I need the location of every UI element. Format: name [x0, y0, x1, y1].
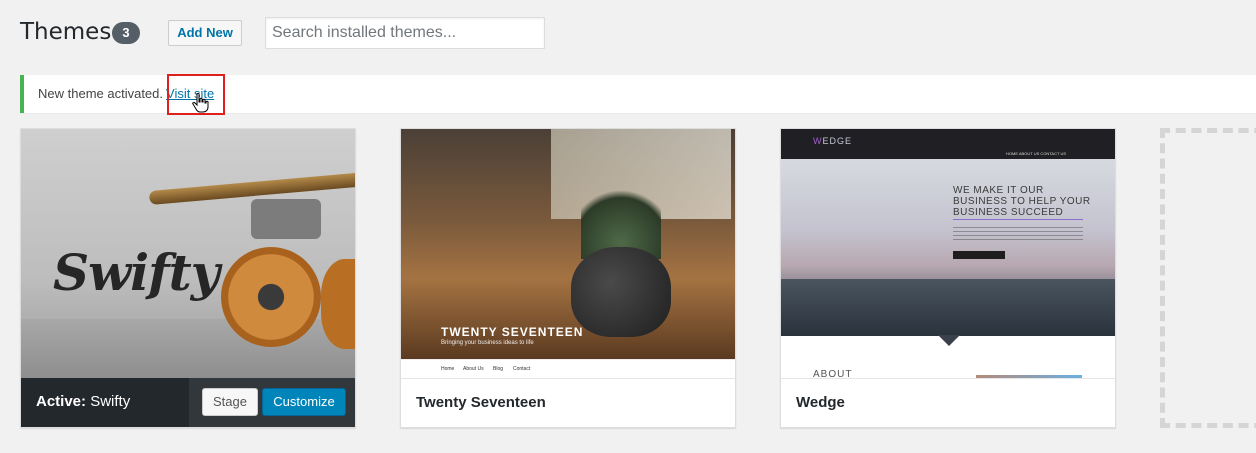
- theme-card-swifty[interactable]: Swifty Active: Swifty Stage Customize: [20, 128, 356, 428]
- wedge-logo-rest: EDGE: [822, 136, 853, 146]
- theme-card-twenty-seventeen[interactable]: TWENTY SEVENTEEN Bringing your business …: [400, 128, 736, 428]
- active-theme-name: Swifty: [90, 393, 131, 410]
- theme-screenshot-wedge[interactable]: WEDGE HOME ABOUT US CONTACT US WE MAKE I…: [781, 129, 1115, 379]
- theme-bar-active: Active: Swifty Stage Customize: [21, 378, 355, 427]
- theme-name: Twenty Seventeen: [416, 394, 546, 411]
- headline-line: BUSINESS SUCCEED: [953, 207, 1064, 218]
- screenshot-nav-item: Contact: [513, 366, 531, 372]
- theme-screenshot-swifty[interactable]: Swifty: [21, 129, 355, 379]
- wedge-logo-accent: W: [813, 136, 823, 146]
- add-theme-placeholder[interactable]: [1160, 128, 1256, 428]
- skateboard-truck: [251, 199, 321, 239]
- skateboard-wheel-back: [321, 259, 355, 349]
- active-prefix: Active:: [36, 393, 87, 410]
- wedge-logo: WEDGE: [813, 136, 852, 146]
- screenshot-nav: HOME ABOUT US CONTACT US: [1006, 151, 1067, 156]
- down-arrow-icon: [938, 335, 960, 346]
- screenshot-nav-item: About Us: [463, 366, 484, 372]
- notice-message: New theme activated. Visit site: [38, 86, 214, 101]
- theme-bar: Twenty Seventeen: [401, 378, 735, 427]
- notice-text: New theme activated.: [38, 86, 164, 101]
- add-new-button[interactable]: Add New: [168, 20, 242, 46]
- theme-card-wedge[interactable]: WEDGE HOME ABOUT US CONTACT US WE MAKE I…: [780, 128, 1116, 428]
- headline-line: BUSINESS TO HELP YOUR: [953, 196, 1091, 207]
- screenshot-headline: WE MAKE IT OUR BUSINESS TO HELP YOUR BUS…: [953, 185, 1091, 218]
- swifty-logo: Swifty: [53, 243, 220, 302]
- theme-name: Wedge: [796, 394, 845, 411]
- theme-name: Active: Swifty: [36, 393, 130, 410]
- screenshot-header: WEDGE HOME ABOUT US CONTACT US: [781, 129, 1115, 159]
- customize-button[interactable]: Customize: [262, 388, 346, 416]
- screenshot-body-text: [953, 227, 1083, 241]
- screenshot-site-tagline: Bringing your business ideas to life: [441, 340, 534, 346]
- skateboard-wheel: [221, 247, 321, 347]
- hand-pointer-icon: [192, 93, 209, 113]
- theme-bar: Wedge: [781, 378, 1115, 427]
- screenshot-site-title: TWENTY SEVENTEEN: [441, 325, 584, 339]
- screenshot-city-skyline: [781, 279, 1115, 336]
- theme-count-badge: 3: [112, 22, 140, 44]
- screenshot-button: [953, 251, 1005, 259]
- plant-pot: [571, 247, 671, 337]
- screenshot-nav-item: Home: [441, 366, 455, 372]
- screenshot-nav-item: Blog: [493, 366, 504, 372]
- screenshot-nav: Home About Us Blog Contact: [401, 359, 735, 379]
- theme-screenshot-twenty-seventeen[interactable]: TWENTY SEVENTEEN Bringing your business …: [401, 129, 735, 379]
- search-themes-input[interactable]: [265, 17, 545, 49]
- stage-button[interactable]: Stage: [202, 388, 258, 416]
- headline-underline: [953, 219, 1083, 220]
- page-title: Themes: [20, 19, 112, 45]
- headline-line: WE MAKE IT OUR: [953, 185, 1044, 196]
